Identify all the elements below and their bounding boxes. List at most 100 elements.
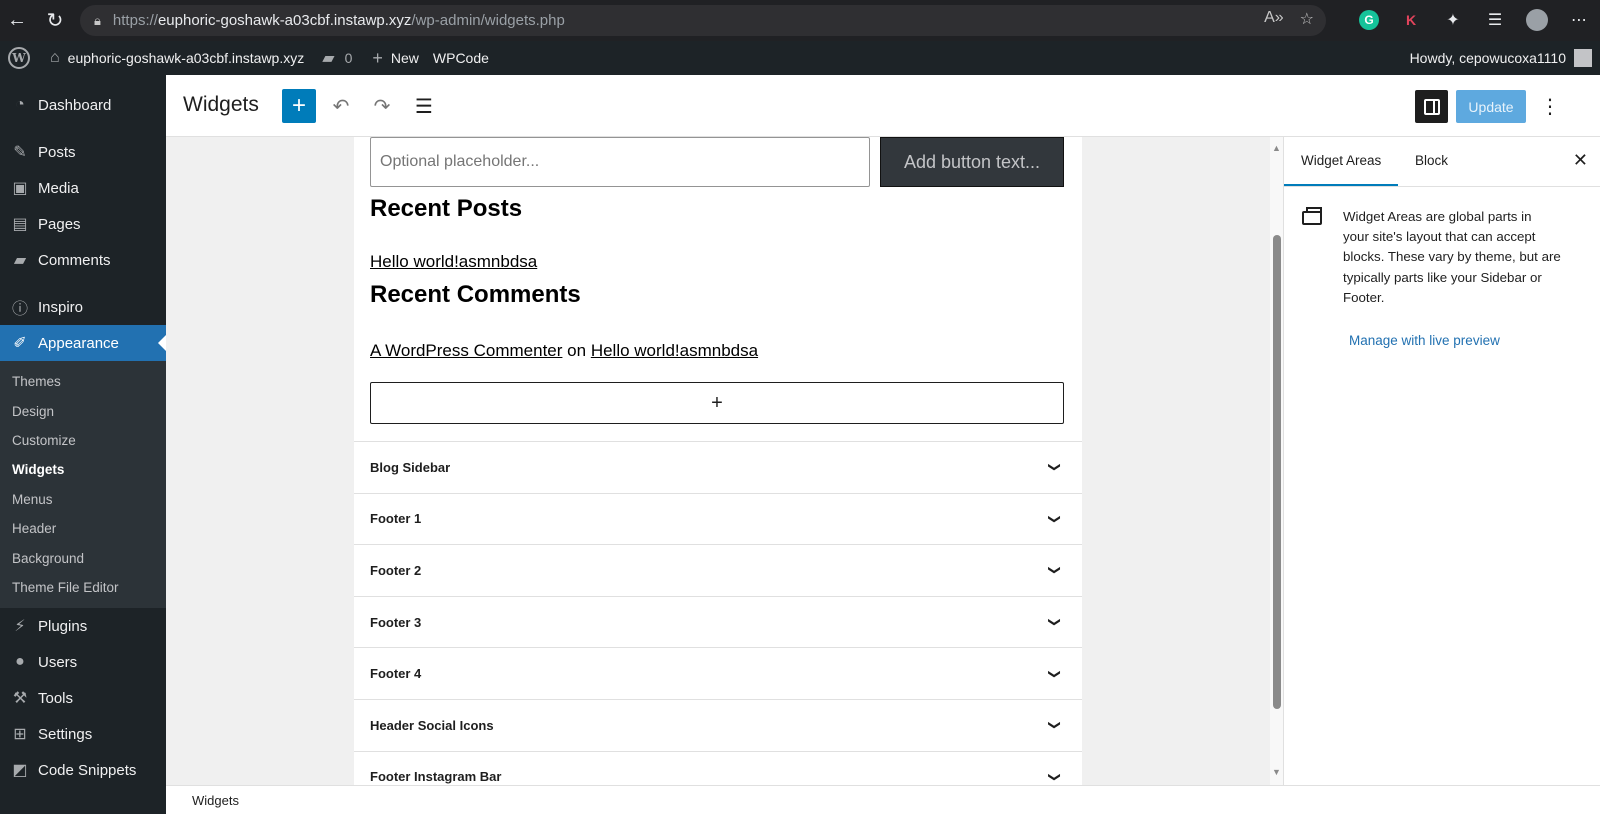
profile-icon[interactable] [1523,6,1551,34]
submenu-widgets[interactable]: Widgets [0,455,166,484]
widget-areas-description: Widget Areas are global parts in your si… [1343,209,1561,305]
settings-tabs: Widget Areas Block ✕ [1284,137,1600,187]
wpcode-label: WPCode [432,50,489,66]
favorites-icon[interactable]: ☰ [1481,6,1509,34]
breadcrumb[interactable]: Widgets [192,793,239,808]
scroll-up-arrow-icon[interactable]: ▲ [1272,143,1281,153]
comment-post-link[interactable]: Hello world!asmnbdsa [591,341,758,360]
user-icon: ● [15,653,25,671]
favorite-star-icon[interactable]: ☆ [1300,9,1314,29]
tab-block[interactable]: Block [1415,153,1448,168]
widget-area-header-social-icons[interactable]: Header Social Icons ❯ [354,698,1082,751]
editor-footer: Widgets [166,785,1600,814]
menu-item-code-snippets[interactable]: ◩ Code Snippets [0,752,166,788]
menu-item-settings[interactable]: ⊞ Settings [0,716,166,752]
settings-sidebar: Widget Areas Block ✕ Widget Areas are gl… [1283,137,1600,785]
new-content-menu[interactable]: + New [360,41,427,75]
editor-canvas: Optional placeholder... Add button text.… [166,137,1270,785]
scroll-thumb[interactable] [1273,235,1281,709]
widget-area-blog-sidebar[interactable]: Blog Sidebar ❯ [354,441,1082,493]
wp-logo-menu[interactable]: W [0,41,38,75]
dashboard-icon: ◔ [15,96,25,113]
menu-label: Appearance [38,334,119,352]
scroll-down-arrow-icon[interactable]: ▼ [1272,767,1281,777]
brush-icon: ✐ [13,335,27,352]
grammarly-extension-icon[interactable]: G [1355,6,1383,34]
menu-item-posts[interactable]: ✎ Posts [0,134,166,170]
comments-link[interactable]: ▰ 0 [312,41,360,75]
chevron-down-icon: ❯ [1047,720,1062,731]
address-bar[interactable]: 🔒︎ https://euphoric-goshawk-a03cbf.insta… [80,5,1326,36]
widget-areas-info: Widget Areas are global parts in your si… [1302,207,1561,308]
menu-item-appearance[interactable]: ✐ Appearance [0,325,166,361]
puzzle-extensions-icon[interactable]: ✦ [1439,6,1467,34]
back-button[interactable]: ← [0,3,34,37]
search-button-text[interactable]: Add button text... [880,137,1064,187]
menu-item-inspiro[interactable]: ⓘ Inspiro [0,289,166,325]
site-name-link[interactable]: ⌂ euphoric-goshawk-a03cbf.instawp.xyz [38,41,312,75]
menu-item-media[interactable]: ▣ Media [0,170,166,206]
recent-post-link[interactable]: Hello world!asmnbdsa [370,252,537,272]
submenu-design[interactable]: Design [0,396,166,425]
submenu-theme-file-editor[interactable]: Theme File Editor [0,573,166,602]
recent-comments-heading[interactable]: Recent Comments [370,281,581,309]
menu-spacer [0,123,166,134]
redo-icon[interactable]: ↷ [367,91,397,121]
menu-item-users[interactable]: ● Users [0,644,166,680]
chevron-down-icon: ❯ [1047,565,1062,576]
menu-item-pages[interactable]: ▤ Pages [0,206,166,242]
close-icon[interactable]: ✕ [1573,150,1588,171]
submenu-header[interactable]: Header [0,514,166,543]
comment-icon: ▰ [13,252,27,269]
menu-item-comments[interactable]: ▰ Comments [0,242,166,278]
update-button[interactable]: Update [1456,90,1526,123]
list-view-icon[interactable]: ☰ [409,91,439,121]
settings-toggle-button[interactable] [1415,90,1448,123]
menu-spacer [0,75,166,87]
account-menu[interactable]: Howdy, cepowucoxa1110 [1410,41,1600,75]
widget-area-footer-1[interactable]: Footer 1 ❯ [354,492,1082,545]
recent-posts-heading[interactable]: Recent Posts [370,195,522,223]
menu-item-plugins[interactable]: ⚡︎ Plugins [0,608,166,644]
menu-label: Inspiro [38,298,84,316]
comment-author-link[interactable]: A WordPress Commenter [370,341,562,360]
search-block: Optional placeholder... Add button text.… [370,137,1064,187]
options-menu-icon[interactable]: ⋮ [1538,90,1562,123]
widget-area-footer-4[interactable]: Footer 4 ❯ [354,647,1082,699]
plug-icon: ⚡︎ [14,618,26,636]
widget-area-label: Footer 2 [370,562,422,578]
menu-item-dashboard[interactable]: ◔ Dashboard [0,87,166,123]
plus-icon: + [372,47,383,68]
k-extension-icon[interactable]: K [1397,6,1425,34]
wpcode-menu[interactable]: WPCode [427,41,497,75]
widget-area-footer-3[interactable]: Footer 3 ❯ [354,595,1082,648]
submenu-customize[interactable]: Customize [0,426,166,455]
submenu-background[interactable]: Background [0,543,166,572]
submenu-themes[interactable]: Themes [0,367,166,396]
more-options-icon[interactable]: ⋯ [1565,6,1593,34]
search-placeholder-input[interactable]: Optional placeholder... [370,137,870,187]
tab-widget-areas[interactable]: Widget Areas [1301,153,1381,168]
menu-label: Tools [38,689,74,707]
widget-area-footer-2[interactable]: Footer 2 ❯ [354,544,1082,596]
chevron-down-icon: ❯ [1047,771,1062,782]
wrench-icon: ⚒︎ [12,690,28,708]
submenu-menus[interactable]: Menus [0,485,166,514]
chevron-down-icon: ❯ [1047,668,1062,679]
undo-icon[interactable]: ↶ [326,91,356,121]
menu-label: Users [38,653,78,671]
comment-bubble-icon: ▰ [322,50,335,67]
recent-post-link-text[interactable]: Hello world!asmnbdsa [370,252,537,271]
menu-item-tools[interactable]: ⚒︎ Tools [0,680,166,716]
browser-toolbar: ← ↻ 🔒︎ https://euphoric-goshawk-a03cbf.i… [0,0,1600,41]
home-icon: ⌂ [50,49,60,66]
settings-icon: ⊞ [13,726,27,744]
block-appender-button[interactable]: + [370,382,1064,424]
widget-area-footer-instagram-bar[interactable]: Footer Instagram Bar ❯ [354,750,1082,785]
lock-icon: 🔒︎ [94,12,101,28]
canvas-scrollbar[interactable]: ▲ ▼ [1270,137,1283,785]
manage-live-preview-link[interactable]: Manage with live preview [1349,333,1500,348]
read-aloud-icon[interactable]: A» [1264,9,1284,29]
add-block-button[interactable]: + [282,89,316,123]
reload-button[interactable]: ↻ [38,3,72,37]
